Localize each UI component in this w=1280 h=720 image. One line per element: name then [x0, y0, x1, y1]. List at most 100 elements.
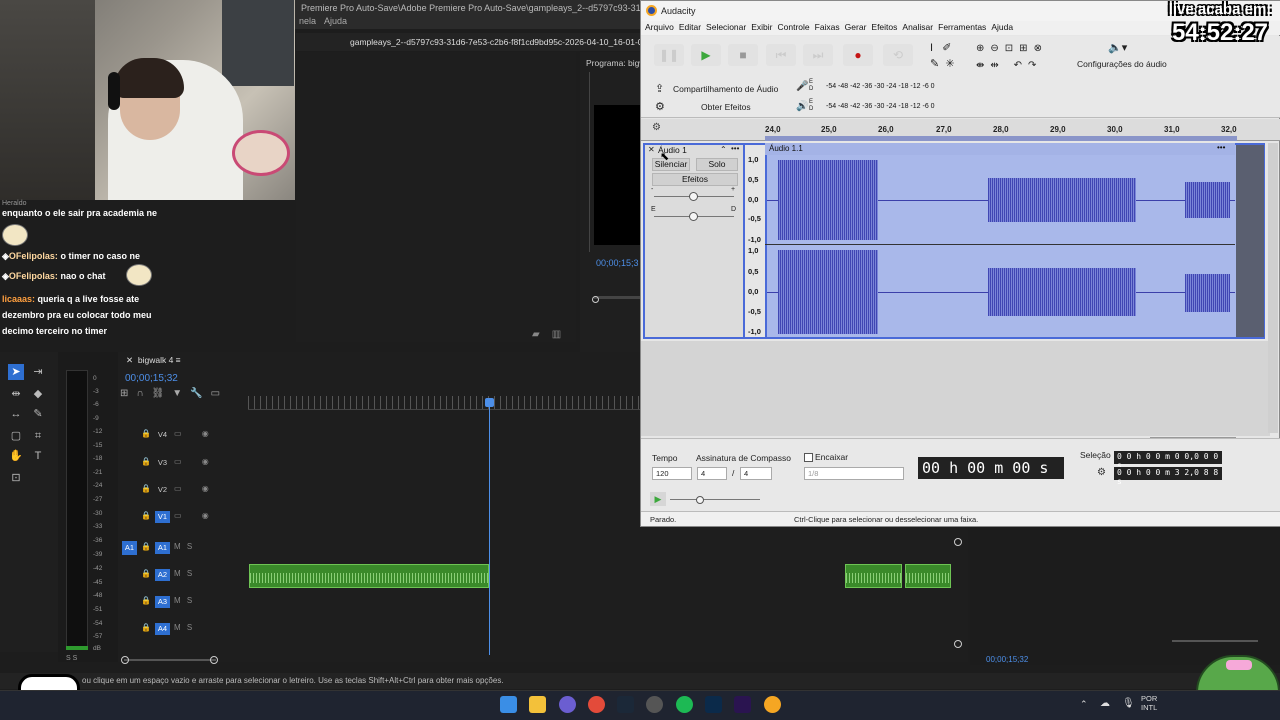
record-button[interactable]: ● — [843, 44, 873, 66]
mute-solo[interactable]: M S — [174, 569, 194, 578]
recording-meter[interactable]: -54 -48 -42 -36 -30 -24 -18 -12 -6 0 — [826, 83, 935, 90]
meter-solo-labels[interactable]: S S — [66, 655, 77, 662]
track-name[interactable]: A1 — [155, 542, 170, 554]
razor-icon[interactable]: ◆ — [30, 386, 46, 402]
track-name[interactable]: V2 — [155, 484, 170, 496]
eye-icon[interactable]: ▭ ◉ — [174, 457, 218, 466]
track-name[interactable]: A4 — [155, 623, 170, 635]
track-name[interactable]: V1 — [155, 511, 170, 523]
chat-username[interactable]: licaaas: — [2, 294, 35, 304]
time-display[interactable]: 00 h 00 m 00 s — [918, 457, 1064, 479]
track-name[interactable]: A2 — [155, 569, 170, 581]
scroll-handle-left[interactable] — [121, 656, 129, 664]
menu-efeitos[interactable]: Efeitos — [871, 21, 902, 35]
speaker-icon[interactable]: 🔈▾ — [1108, 41, 1127, 54]
tempo-input[interactable]: 120 — [652, 467, 692, 480]
program-screen[interactable] — [594, 105, 642, 245]
mute-solo[interactable]: M S — [174, 542, 194, 551]
snap-select[interactable]: 1/8 — [804, 467, 904, 480]
close-icon[interactable]: ✕ — [648, 145, 655, 154]
eye-icon[interactable]: ▭ ◉ — [174, 429, 218, 438]
timeline-timecode[interactable]: 00;00;15;32 — [125, 373, 178, 384]
menu-gerar[interactable]: Gerar — [845, 21, 872, 35]
snap-checkbox[interactable] — [804, 453, 813, 462]
playback-meter[interactable]: -54 -48 -42 -36 -30 -24 -18 -12 -6 0 — [826, 103, 935, 110]
chrome-icon[interactable] — [588, 696, 605, 713]
menu-editar[interactable]: Editar — [679, 21, 706, 35]
undo-icon[interactable]: ↶ — [1014, 60, 1028, 71]
selection-tool-icon[interactable]: ➤ — [8, 364, 24, 380]
audio-clip[interactable] — [249, 564, 489, 588]
audacity-icon[interactable] — [764, 696, 781, 713]
speaker-meter-icon[interactable]: 🔊 — [796, 101, 808, 112]
speed-handle[interactable] — [696, 496, 704, 504]
menu-arquivo[interactable]: Arquivo — [645, 21, 679, 35]
program-scrub-handle[interactable] — [592, 296, 599, 303]
secondary-scroll[interactable] — [1172, 640, 1258, 642]
play-button[interactable]: ▶ — [691, 44, 721, 66]
track-name[interactable]: A3 — [155, 596, 170, 608]
obs-icon[interactable] — [646, 696, 663, 713]
redo-icon[interactable]: ↷ — [1028, 60, 1042, 71]
collapse-icon[interactable]: ⌃ — [720, 145, 727, 154]
menu-ajuda[interactable]: Ajuda — [324, 16, 347, 29]
signature-denominator[interactable]: 4 — [740, 467, 772, 480]
cloud-icon[interactable]: ☁ — [1100, 698, 1110, 709]
clip-menu-icon[interactable]: ••• — [1217, 143, 1225, 152]
audio-clip[interactable] — [905, 564, 951, 588]
clip-title[interactable]: Áudio 1.1 — [765, 143, 1235, 155]
menu-controle[interactable]: Controle — [777, 21, 814, 35]
audio-settings-button[interactable]: Configurações do áudio — [1077, 59, 1167, 69]
steam-icon[interactable] — [617, 696, 634, 713]
stop-button[interactable]: ■ — [728, 44, 758, 66]
slip-icon[interactable]: ↔ — [8, 406, 24, 422]
menu-janela[interactable]: nela — [299, 16, 316, 29]
program-monitor-label[interactable]: Programa: bigw — [586, 58, 646, 68]
track-empty-area[interactable] — [641, 341, 1270, 436]
pan-handle[interactable] — [689, 212, 698, 221]
ripple-edit-icon[interactable]: ⇹ — [8, 386, 24, 402]
wrench-icon[interactable]: 🔧 — [190, 388, 202, 399]
marker-icon[interactable]: ▼ — [172, 388, 182, 399]
rectangle-icon[interactable]: ▢ — [8, 428, 24, 444]
fit-project-icon[interactable]: ⊞ — [1019, 43, 1033, 54]
scroll-handle-right[interactable] — [210, 656, 218, 664]
menu-ajuda[interactable]: Ajuda — [991, 21, 1018, 35]
vscroll-handle-top[interactable] — [954, 538, 962, 546]
skip-end-button[interactable]: ⏭ — [803, 44, 833, 66]
captions-icon[interactable]: ▭ — [211, 388, 220, 399]
type-icon[interactable]: T — [30, 448, 46, 464]
trash-icon[interactable]: ▥ — [552, 329, 561, 340]
zoom-toggle-icon[interactable]: ⊗ — [1034, 43, 1048, 54]
spotify-icon[interactable] — [676, 696, 693, 713]
timeline-hscroll[interactable] — [124, 659, 216, 661]
timeline-ruler[interactable] — [248, 396, 648, 410]
zoom-out-icon[interactable]: ⊖ — [990, 43, 1004, 54]
solo-button[interactable]: Solo — [696, 158, 738, 171]
select-tool-icon[interactable]: I — [930, 42, 933, 54]
selection-start[interactable]: 0 0 h 0 0 m 0 0,0 0 0 s — [1114, 451, 1222, 470]
eye-icon[interactable]: ▭ ◉ — [174, 484, 218, 493]
folder-icon[interactable]: ▰ — [532, 329, 540, 340]
crop-icon[interactable]: ⌗ — [30, 428, 46, 444]
silence-icon[interactable]: ⇹ — [990, 60, 1004, 71]
selection-settings-icon[interactable]: ⚙ — [1097, 467, 1106, 478]
file-explorer-icon[interactable] — [529, 696, 546, 713]
menu-ferramentas[interactable]: Ferramentas — [938, 21, 991, 35]
menu-analisar[interactable]: Analisar — [902, 21, 938, 35]
share-icon[interactable]: ⇪ — [655, 82, 664, 95]
track-menu-icon[interactable]: ••• — [731, 144, 739, 153]
pen-icon[interactable]: ✎ — [30, 406, 46, 422]
vertical-scrollbar[interactable] — [1268, 143, 1278, 433]
nest-icon[interactable]: ⊞ — [120, 388, 128, 399]
menu-selecionar[interactable]: Selecionar — [706, 21, 751, 35]
photoshop-icon[interactable] — [705, 696, 722, 713]
speed-slider[interactable] — [670, 499, 760, 500]
fit-selection-icon[interactable]: ⊡ — [1005, 43, 1019, 54]
trim-icon[interactable]: ⇼ — [976, 60, 990, 71]
menu-exibir[interactable]: Exibir — [751, 21, 777, 35]
close-icon[interactable]: ✕ — [126, 355, 133, 365]
mute-solo[interactable]: M S — [174, 623, 194, 632]
discord-icon[interactable] — [559, 696, 576, 713]
mute-button[interactable]: Silenciar — [652, 158, 690, 171]
